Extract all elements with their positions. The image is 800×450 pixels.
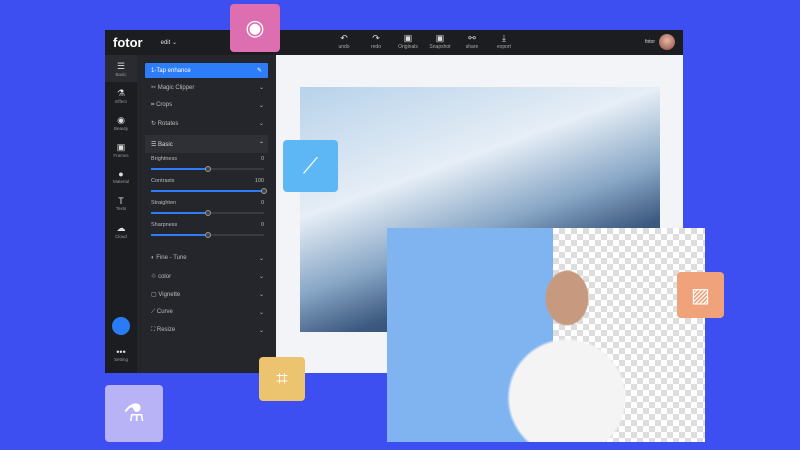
chevron-down-icon: ⌄ [258,273,264,280]
avatar [659,34,675,50]
top-bar: fotor edit ⌄ ↶ undo ↷ redo ▣ Originals ▣ Snapsh… [105,30,683,55]
crop-icon: ⌗ [259,357,305,401]
rail-item-frames[interactable]: ▣ Frames [105,136,137,163]
user-menu[interactable]: fotor [645,34,675,50]
material-icon: ● [118,169,124,179]
slider-track[interactable] [151,188,267,194]
panel-item-fine-tune[interactable]: ◐ Fine - Tune ⌄ [145,249,268,267]
adjust-panel: 1-Tap enhance ✎ ✂ Magic Clipper ⌄ ⌗ Crops ⌄ ↻… [145,63,268,339]
basic-section-header[interactable]: ☰ Basic ⌃ [145,135,268,153]
rail-item-effect[interactable]: ⚗ Effect [105,82,137,109]
flask-icon: ⚗ [116,87,126,98]
slider-track[interactable] [151,232,264,238]
vignette-icon: ▢ [151,291,157,298]
slider-handle[interactable] [204,232,211,238]
rail-item-basic[interactable]: ☰ Basic [105,55,137,82]
snapshot-icon: ▣ [435,33,445,43]
undo-button[interactable]: ↶ undo [333,33,355,50]
panel-item-magic-clipper[interactable]: ✂ Magic Clipper ⌄ [145,78,268,96]
sliders-icon: ☰ [116,60,126,71]
scissors-icon: ✂ [151,84,157,91]
originals-button[interactable]: ▣ Originals [397,33,419,50]
portrait-photo [387,228,705,442]
chevron-down-icon: ⌄ [258,291,264,298]
slider-handle[interactable] [204,166,211,172]
cloud-icon: ☁ [116,222,126,233]
export-icon: ⤓ [502,33,506,43]
chevron-down-icon: ⌄ [258,309,264,316]
originals-icon: ▣ [403,33,413,43]
rail-item-cloud[interactable]: ☁ Cloud [105,217,137,244]
share-icon: ⚯ [468,33,476,43]
left-rail: ☰ Basic ⚗ Effect ◉ Beauty ▣ Frames ● Material T Tex… [105,55,137,373]
chevron-down-icon: ⌄ [258,120,264,127]
color-icon: ♲ [151,273,157,280]
logo: fotor [113,35,143,50]
curve-chart-icon: ⟋ [283,140,338,192]
redo-icon: ↷ [372,33,380,43]
curve-icon: ⟋ [151,308,156,315]
chevron-down-icon: ⌄ [258,84,264,91]
rotate-icon: ↻ [151,120,157,127]
crop-icon: ⌗ [151,101,155,108]
panel-item-crops[interactable]: ⌗ Crops ⌄ [145,96,268,114]
panel-item-resize[interactable]: ⛶ Resize ⌄ [145,321,268,339]
slider-handle[interactable] [204,210,211,216]
stripes-icon: ▨ [677,272,724,318]
eye-icon: ◉ [117,114,125,125]
rail-item-beauty[interactable]: ◉ Beauty [105,109,137,136]
redo-button[interactable]: ↷ redo [365,33,387,50]
slider-sharpness[interactable]: Sharpness 0 [145,219,268,241]
slider-track[interactable] [151,210,264,216]
wand-icon: ✎ [256,68,262,74]
slider-handle[interactable] [261,188,267,194]
chevron-down-icon: ⌄ [258,102,264,109]
snapshot-button[interactable]: ▣ Snapshot [429,33,451,50]
panel-item-curve[interactable]: ⟋ Curve ⌄ [145,303,268,321]
share-button[interactable]: ⚯ share [461,33,483,50]
text-icon: T [118,196,124,206]
slider-track[interactable] [151,166,264,172]
chevron-down-icon: ⌄ [258,255,264,262]
rail-item-texts[interactable]: T Texts [105,190,137,217]
slider-brightness[interactable]: Brightness 0 [145,153,268,175]
undo-icon: ↶ [340,33,348,43]
edit-menu[interactable]: edit ⌄ [161,39,177,46]
panel-item-vignette[interactable]: ▢ Vignette ⌄ [145,285,268,303]
panel-item-color[interactable]: ♲ color ⌄ [145,267,268,285]
flask-icon: ⚗ [105,385,163,442]
resize-icon: ⛶ [151,326,156,333]
frame-icon: ▣ [116,141,126,152]
export-button[interactable]: ⤓ export [493,33,515,50]
setting-button[interactable]: ••• Setting [105,347,137,362]
slider-straighten[interactable]: Straighten 0 [145,197,268,219]
chat-button[interactable] [112,317,130,335]
eye-icon: ◉ [230,4,280,52]
person-figure [492,248,642,442]
panel-item-rotates[interactable]: ↻ Rotates ⌄ [145,114,268,132]
chevron-up-icon: ⌃ [258,141,264,148]
slider-contrasts[interactable]: Contrasts 100 [145,175,268,197]
rail-item-material[interactable]: ● Material [105,163,137,190]
chevron-down-icon: ⌄ [258,327,264,334]
droplet-icon: ◐ [151,255,155,261]
one-tap-enhance-button[interactable]: 1-Tap enhance ✎ [145,63,268,78]
